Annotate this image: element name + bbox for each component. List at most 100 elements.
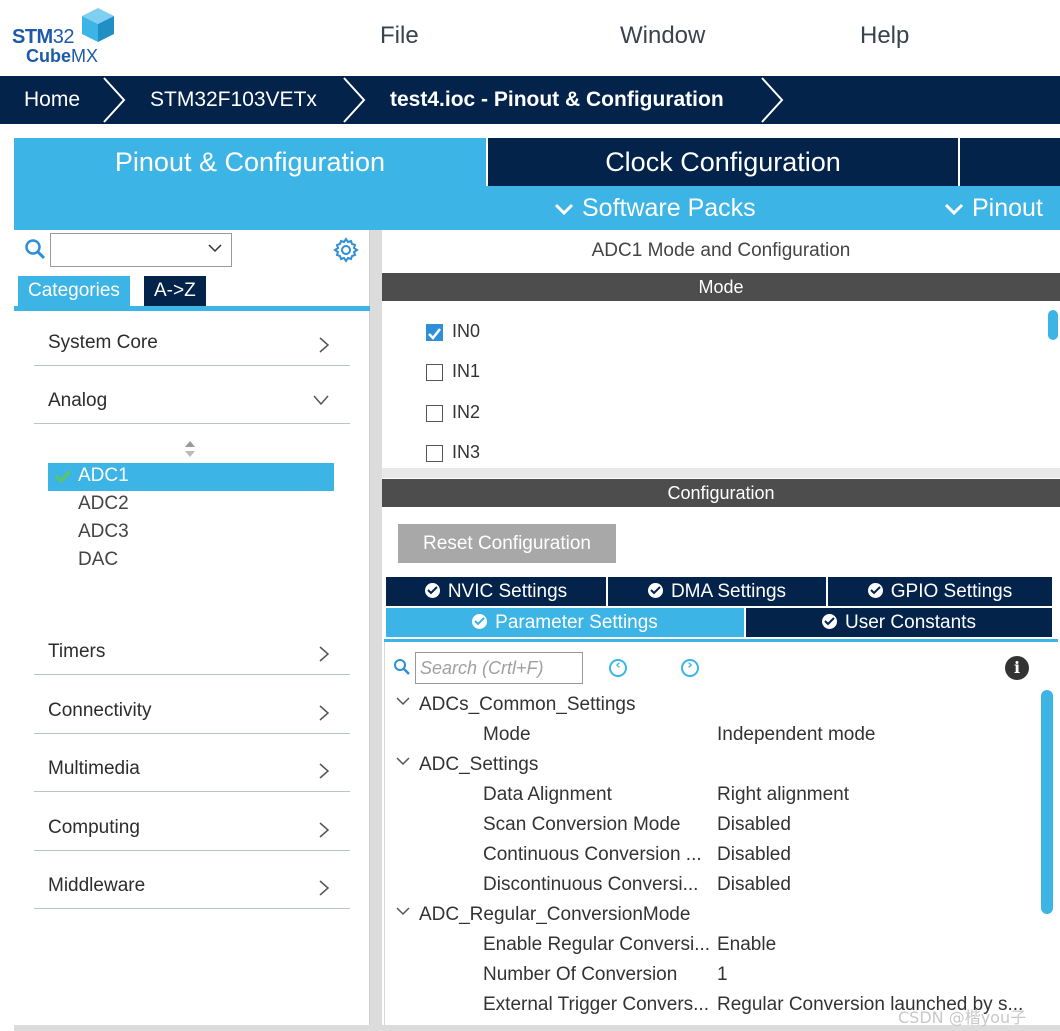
tab-gpio-settings[interactable]: GPIO Settings (828, 577, 1052, 606)
param-value: Disabled (717, 844, 791, 865)
param-key: External Trigger Convers... (483, 994, 709, 1015)
param-key: Scan Conversion Mode (483, 814, 681, 835)
mode-item-label: IN2 (452, 402, 481, 422)
chevron-down-icon (396, 697, 410, 706)
category-analog[interactable]: Analog (34, 384, 350, 424)
reset-configuration-button[interactable]: Reset Configuration (398, 524, 616, 563)
tab-label: Parameter Settings (495, 612, 658, 633)
category-middleware[interactable]: Middleware (34, 869, 350, 909)
param-row-continuous-conversion[interactable]: Continuous Conversion ... Disabled (385, 840, 1035, 870)
category-label: Timers (48, 641, 106, 662)
menu-help[interactable]: Help (860, 22, 909, 50)
menu-file[interactable]: File (380, 22, 419, 50)
category-tab-underline (14, 306, 370, 311)
check-icon (54, 469, 72, 483)
checkbox (426, 364, 443, 381)
category-label: System Core (48, 332, 158, 353)
chevron-right-icon (319, 646, 330, 662)
chevron-down-icon (396, 757, 410, 766)
category-label: Multimedia (48, 758, 140, 779)
category-search-combo[interactable] (50, 233, 232, 267)
next-match-button[interactable]: › (681, 658, 699, 677)
cube-icon (82, 8, 114, 42)
param-value: Independent mode (717, 724, 876, 745)
software-packs-label: Software Packs (582, 194, 756, 222)
group-label: ADC_Settings (419, 754, 539, 775)
checkbox (426, 445, 443, 462)
analog-item-dac[interactable]: DAC (48, 547, 334, 575)
analog-item-adc3[interactable]: ADC3 (48, 519, 334, 547)
tab-pinout-configuration[interactable]: Pinout & Configuration (14, 138, 486, 186)
tab-label: NVIC Settings (447, 581, 568, 602)
check-icon (428, 328, 441, 340)
tab-label: User Constants (845, 612, 976, 633)
param-row-data-alignment[interactable]: Data Alignment Right alignment (385, 780, 1035, 810)
param-row-discontinuous-conversion[interactable]: Discontinuous Conversi... Disabled (385, 870, 1035, 900)
chevron-down-icon (944, 203, 964, 216)
parameter-search-input[interactable]: Search (Crtl+F) (415, 652, 583, 684)
analog-item-adc2[interactable]: ADC2 (48, 491, 334, 519)
pinout-menu[interactable]: Pinout (944, 186, 1043, 230)
category-multimedia[interactable]: Multimedia (34, 752, 350, 792)
panel-splitter[interactable] (370, 230, 382, 1025)
menu-window[interactable]: Window (620, 22, 705, 50)
main-tabs: Pinout & Configuration Clock Configurati… (14, 138, 1060, 186)
breadcrumb-project[interactable]: test4.ioc - Pinout & Configuration (390, 76, 724, 124)
group-label: ADC_Regular_ConversionMode (419, 904, 691, 925)
check-circle-icon (822, 614, 838, 629)
tab-categories[interactable]: Categories (18, 276, 130, 306)
mode-item-label: IN3 (452, 442, 481, 462)
mode-section-header: Mode (382, 273, 1060, 301)
tab-parameter-settings[interactable]: Parameter Settings (386, 608, 744, 637)
param-key: Mode (483, 724, 531, 745)
gear-icon[interactable] (332, 236, 360, 264)
tree-group-adc-regular[interactable]: ADC_Regular_ConversionMode (385, 900, 1035, 930)
param-row-mode[interactable]: Mode Independent mode (385, 720, 1035, 750)
previous-match-button[interactable]: ‹ (609, 658, 627, 677)
chevron-right-icon (319, 337, 330, 353)
tab-clock-configuration[interactable]: Clock Configuration (486, 138, 958, 186)
check-circle-icon (424, 583, 440, 598)
check-icon (474, 617, 485, 626)
checkbox (426, 405, 443, 422)
param-row-scan-conversion[interactable]: Scan Conversion Mode Disabled (385, 810, 1035, 840)
mode-scrollbar[interactable] (1048, 310, 1058, 340)
param-row-enable-regular[interactable]: Enable Regular Conversi... Enable (385, 930, 1035, 960)
sort-icon[interactable] (183, 440, 197, 458)
chevron-left-icon: ‹ (615, 658, 621, 673)
check-circle-icon (647, 583, 663, 598)
breadcrumb-device[interactable]: STM32F103VETx (150, 76, 317, 124)
software-packs-menu[interactable]: Software Packs (554, 186, 756, 230)
param-value: Disabled (717, 814, 791, 835)
param-value: 1 (717, 964, 728, 985)
tree-group-adc-settings[interactable]: ADC_Settings (385, 750, 1035, 780)
analog-item-adc1[interactable]: ADC1 (48, 463, 334, 491)
breadcrumb: Home STM32F103VETx test4.ioc - Pinout & … (0, 76, 1060, 124)
category-label: Connectivity (48, 700, 152, 721)
info-icon[interactable]: i (1005, 656, 1029, 680)
check-icon (824, 617, 835, 626)
chevron-right-icon (319, 880, 330, 896)
param-key: Continuous Conversion ... (483, 844, 702, 865)
tab-nvic-settings[interactable]: NVIC Settings (386, 577, 606, 606)
param-key: Data Alignment (483, 784, 612, 805)
tab-dma-settings[interactable]: DMA Settings (608, 577, 826, 606)
category-system-core[interactable]: System Core (34, 326, 350, 366)
category-label: Analog (48, 390, 108, 411)
parameter-scrollbar[interactable] (1041, 690, 1053, 914)
analog-item-label: ADC1 (78, 465, 129, 486)
chevron-right-icon (319, 822, 330, 838)
category-timers[interactable]: Timers (34, 635, 350, 675)
analog-item-label: ADC3 (78, 521, 129, 542)
chevron-right-icon: › (687, 658, 693, 673)
tree-group-adcs-common[interactable]: ADCs_Common_Settings (385, 690, 1035, 720)
right-panel: ADC1 Mode and Configuration Mode IN0 IN1… (382, 230, 1060, 1025)
check-icon (870, 586, 881, 595)
category-computing[interactable]: Computing (34, 811, 350, 851)
tab-user-constants[interactable]: User Constants (746, 608, 1052, 637)
tab-a-z[interactable]: A->Z (144, 276, 206, 306)
watermark: CSDN @楷you子 (898, 1008, 1027, 1027)
param-row-number-of-conversion[interactable]: Number Of Conversion 1 (385, 960, 1035, 990)
breadcrumb-home[interactable]: Home (24, 76, 80, 124)
category-connectivity[interactable]: Connectivity (34, 694, 350, 734)
